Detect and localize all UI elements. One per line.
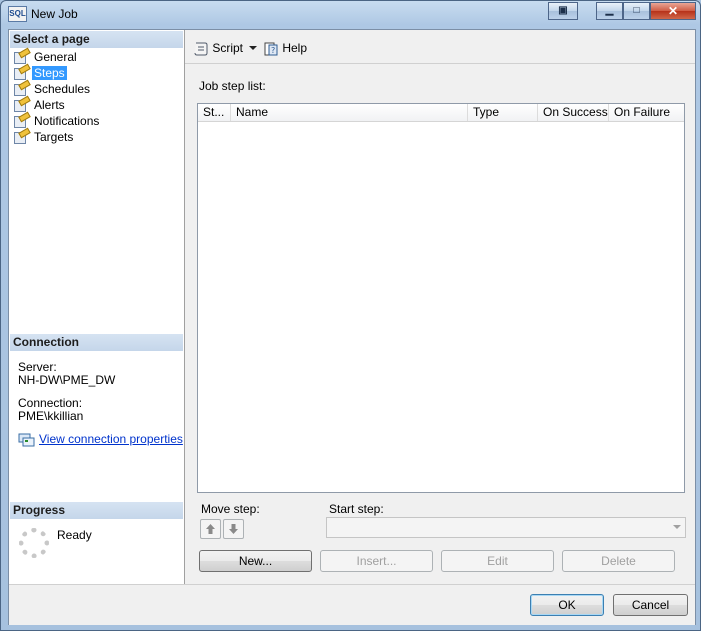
maximize-button[interactable]: □ bbox=[623, 2, 650, 20]
delete-step-button[interactable]: Delete bbox=[562, 550, 675, 572]
page-item-label: Schedules bbox=[34, 81, 91, 96]
page-wrench-icon bbox=[13, 50, 29, 65]
server-value: NH-DW\PME_DW bbox=[18, 373, 116, 387]
page-item-label: General bbox=[34, 49, 77, 64]
page-item-alerts[interactable]: Alerts bbox=[13, 96, 67, 113]
page-item-general[interactable]: General bbox=[13, 48, 79, 65]
connection-label: Connection: bbox=[18, 396, 83, 410]
ok-button[interactable]: OK bbox=[530, 594, 604, 616]
page-item-label: Steps bbox=[32, 65, 67, 80]
minimize-button[interactable]: ▁ bbox=[596, 2, 623, 20]
window-title: New Job bbox=[31, 7, 78, 21]
help-label: Help bbox=[282, 41, 308, 55]
maximize-icon: □ bbox=[633, 5, 640, 16]
column-header-step[interactable]: St... bbox=[198, 104, 231, 121]
svg-text:?: ? bbox=[271, 46, 275, 55]
select-page-header: Select a page bbox=[10, 31, 183, 48]
progress-status: Ready bbox=[57, 528, 92, 542]
page-item-steps[interactable]: Steps bbox=[13, 64, 67, 81]
edit-step-button[interactable]: Edit bbox=[441, 550, 554, 572]
dialog-window: SQL New Job ▣ ▁ □ ✕ Select a page Genera… bbox=[0, 0, 701, 631]
page-item-label: Notifications bbox=[34, 113, 100, 128]
left-pane: Select a page General Steps Schedules Al… bbox=[9, 30, 185, 584]
insert-step-button[interactable]: Insert... bbox=[320, 550, 433, 572]
help-button[interactable]: ? Help bbox=[263, 40, 307, 56]
context-help-button[interactable]: ▣ bbox=[548, 2, 578, 20]
view-connection-properties-link[interactable]: View connection properties bbox=[39, 432, 183, 446]
page-item-targets[interactable]: Targets bbox=[13, 128, 75, 145]
server-label: Server: bbox=[18, 360, 57, 374]
page-item-label: Alerts bbox=[34, 97, 65, 112]
connection-header: Connection bbox=[10, 334, 183, 351]
chevron-down-icon bbox=[673, 525, 681, 529]
connection-value: PME\kkillian bbox=[18, 409, 84, 423]
arrow-up-icon bbox=[206, 524, 215, 534]
right-pane: Script ? Help Job step list: St... Name … bbox=[185, 30, 695, 584]
start-step-label: Start step: bbox=[329, 502, 384, 516]
page-wrench-icon bbox=[13, 98, 29, 113]
page-wrench-icon bbox=[13, 82, 29, 97]
page-wrench-icon bbox=[13, 130, 29, 145]
column-header-type[interactable]: Type bbox=[468, 104, 538, 121]
script-label: Script bbox=[212, 41, 244, 55]
script-dropdown-arrow-icon[interactable] bbox=[249, 46, 257, 50]
sql-job-icon: SQL bbox=[8, 6, 27, 22]
progress-spinner-icon bbox=[19, 528, 49, 558]
title-bar[interactable]: SQL New Job ▣ ▁ □ ✕ bbox=[1, 1, 701, 27]
close-icon: ✕ bbox=[667, 4, 679, 18]
help-book-icon: ? bbox=[264, 42, 278, 56]
start-step-combo[interactable] bbox=[326, 517, 686, 538]
arrow-down-icon bbox=[229, 524, 238, 534]
page-wrench-icon bbox=[13, 114, 29, 129]
job-step-list-label: Job step list: bbox=[199, 79, 266, 93]
page-item-label: Targets bbox=[34, 129, 74, 144]
new-step-button[interactable]: New... bbox=[199, 550, 312, 572]
dialog-client-area: Select a page General Steps Schedules Al… bbox=[8, 29, 696, 625]
column-header-on-failure[interactable]: On Failure bbox=[609, 104, 684, 121]
toolbar-divider bbox=[185, 63, 695, 64]
job-step-grid[interactable]: St... Name Type On Success On Failure bbox=[197, 103, 685, 493]
help-window-icon: ▣ bbox=[558, 5, 568, 16]
move-step-down-button[interactable] bbox=[223, 519, 244, 539]
grid-header: St... Name Type On Success On Failure bbox=[198, 104, 684, 122]
progress-header: Progress bbox=[10, 502, 183, 519]
minimize-icon: ▁ bbox=[605, 5, 614, 16]
toolbar: Script ? Help bbox=[185, 30, 695, 64]
close-button[interactable]: ✕ bbox=[650, 2, 696, 20]
column-header-on-success[interactable]: On Success bbox=[538, 104, 609, 121]
page-item-schedules[interactable]: Schedules bbox=[13, 80, 92, 97]
dialog-footer: OK Cancel bbox=[9, 584, 695, 625]
move-step-label: Move step: bbox=[201, 502, 260, 516]
cancel-button[interactable]: Cancel bbox=[613, 594, 688, 616]
page-wrench-icon bbox=[13, 66, 29, 81]
view-connection-properties[interactable]: View connection properties bbox=[18, 432, 183, 447]
move-step-up-button[interactable] bbox=[200, 519, 221, 539]
script-scroll-icon bbox=[194, 42, 208, 56]
page-item-notifications[interactable]: Notifications bbox=[13, 112, 101, 129]
connection-properties-icon bbox=[18, 433, 35, 447]
column-header-name[interactable]: Name bbox=[231, 104, 468, 121]
script-button[interactable]: Script bbox=[193, 40, 243, 56]
